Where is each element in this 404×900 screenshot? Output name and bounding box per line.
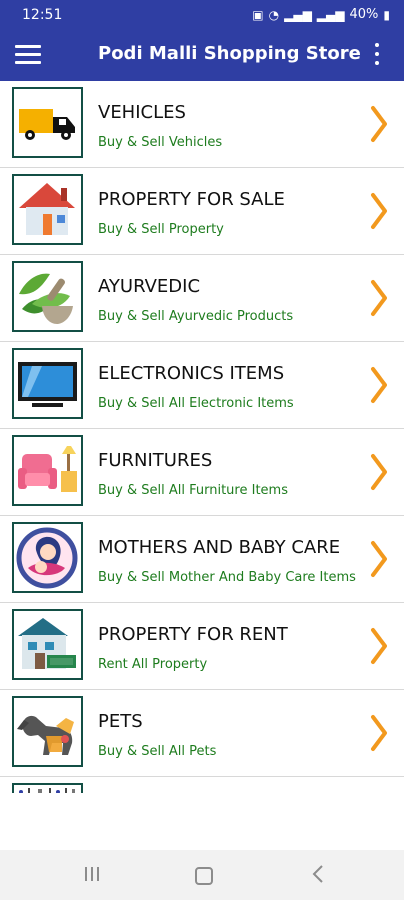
mortar-leaf-icon xyxy=(19,273,73,324)
category-thumbnail xyxy=(12,435,83,506)
category-row-property-for-sale[interactable]: PROPERTY FOR SALE Buy & Sell Property xyxy=(0,168,404,255)
category-thumbnail xyxy=(12,783,83,793)
category-list[interactable]: VEHICLES Buy & Sell Vehicles PROPERTY FO… xyxy=(0,81,404,793)
category-thumbnail xyxy=(12,348,83,419)
chevron-right-icon[interactable] xyxy=(369,279,389,317)
category-row-pets[interactable]: PETS Buy & Sell All Pets xyxy=(0,690,404,777)
chevron-right-icon[interactable] xyxy=(369,453,389,491)
recent-apps-icon xyxy=(97,867,99,881)
chevron-right-icon[interactable] xyxy=(369,627,389,665)
category-subtitle: Buy & Sell All Pets xyxy=(98,744,217,759)
more-vertical-icon xyxy=(375,61,379,65)
pets-icon xyxy=(17,715,74,755)
category-thumbnail xyxy=(12,609,83,680)
more-vertical-icon xyxy=(375,43,379,47)
category-thumbnail xyxy=(12,87,83,158)
category-title: ELECTRONICS ITEMS xyxy=(98,363,285,384)
menu-icon xyxy=(15,45,41,48)
rent-house-icon xyxy=(18,618,76,669)
category-row-partial[interactable] xyxy=(0,777,404,793)
overflow-menu-button[interactable] xyxy=(372,42,382,70)
house-icon xyxy=(19,183,75,235)
category-title: MOTHERS AND BABY CARE xyxy=(98,537,341,558)
more-vertical-icon xyxy=(375,52,379,56)
status-bar: 12:51 ▣ ◔ ▂▄▆ ▂▄▆ 40% ▮ xyxy=(0,0,404,30)
signal-icon: ▂▄▆ xyxy=(284,7,312,22)
chevron-right-icon[interactable] xyxy=(369,366,389,404)
chevron-right-icon[interactable] xyxy=(369,192,389,230)
television-icon xyxy=(18,362,77,407)
category-row-ayurvedic[interactable]: AYURVEDIC Buy & Sell Ayurvedic Products xyxy=(0,255,404,342)
truck-icon xyxy=(19,109,75,140)
category-thumbnail xyxy=(12,261,83,332)
category-title: PETS xyxy=(98,711,143,732)
menu-button[interactable] xyxy=(15,43,41,65)
photo-icon: ▣ xyxy=(252,7,264,22)
status-icons: ▣ ◔ ▂▄▆ ▂▄▆ 40% ▮ xyxy=(252,7,390,22)
signal-icon: ▂▄▆ xyxy=(316,7,345,22)
category-subtitle: Buy & Sell Property xyxy=(98,222,224,237)
menu-icon xyxy=(15,53,41,56)
category-title: PROPERTY FOR RENT xyxy=(98,624,288,645)
category-title: PROPERTY FOR SALE xyxy=(98,189,285,210)
mother-baby-icon xyxy=(16,527,78,589)
category-row-property-for-rent[interactable]: PROPERTY FOR RENT Rent All Property xyxy=(0,603,404,690)
chevron-right-icon[interactable] xyxy=(369,714,389,752)
menu-icon xyxy=(15,61,41,64)
category-title: AYURVEDIC xyxy=(98,276,201,297)
back-icon xyxy=(312,865,323,883)
category-thumbnail xyxy=(12,522,83,593)
recent-apps-button[interactable] xyxy=(83,865,101,885)
category-row-vehicles[interactable]: VEHICLES Buy & Sell Vehicles xyxy=(0,81,404,168)
battery-percentage: 40% xyxy=(349,7,379,22)
armchair-icon xyxy=(18,446,77,492)
tools-icon xyxy=(19,788,75,793)
back-button[interactable] xyxy=(311,864,325,884)
home-button[interactable] xyxy=(195,867,213,885)
system-navigation-bar xyxy=(0,850,404,900)
category-title: FURNITURES xyxy=(98,450,213,471)
battery-icon: ▮ xyxy=(383,7,390,22)
app-title: Podi Malli Shopping Store xyxy=(98,43,361,64)
category-row-mothers-baby-care[interactable]: MOTHERS AND BABY CARE Buy & Sell Mother … xyxy=(0,516,404,603)
chevron-right-icon[interactable] xyxy=(369,540,389,578)
app-bar: Podi Malli Shopping Store xyxy=(0,30,404,81)
category-subtitle: Buy & Sell Mother And Baby Care Items xyxy=(98,570,356,585)
recent-apps-icon xyxy=(91,867,93,881)
category-subtitle: Buy & Sell Ayurvedic Products xyxy=(98,309,294,324)
category-row-furnitures[interactable]: FURNITURES Buy & Sell All Furniture Item… xyxy=(0,429,404,516)
status-time: 12:51 xyxy=(22,7,63,23)
wifi-icon: ◔ xyxy=(268,7,280,22)
category-row-electronics[interactable]: ELECTRONICS ITEMS Buy & Sell All Electro… xyxy=(0,342,404,429)
category-subtitle: Buy & Sell Vehicles xyxy=(98,135,223,150)
category-thumbnail xyxy=(12,696,83,767)
category-title: VEHICLES xyxy=(98,102,186,123)
category-subtitle: Buy & Sell All Electronic Items xyxy=(98,396,294,411)
chevron-right-icon[interactable] xyxy=(369,105,389,143)
category-thumbnail xyxy=(12,174,83,245)
category-subtitle: Buy & Sell All Furniture Items xyxy=(98,483,288,498)
recent-apps-icon xyxy=(85,867,87,881)
category-subtitle: Rent All Property xyxy=(98,657,208,672)
